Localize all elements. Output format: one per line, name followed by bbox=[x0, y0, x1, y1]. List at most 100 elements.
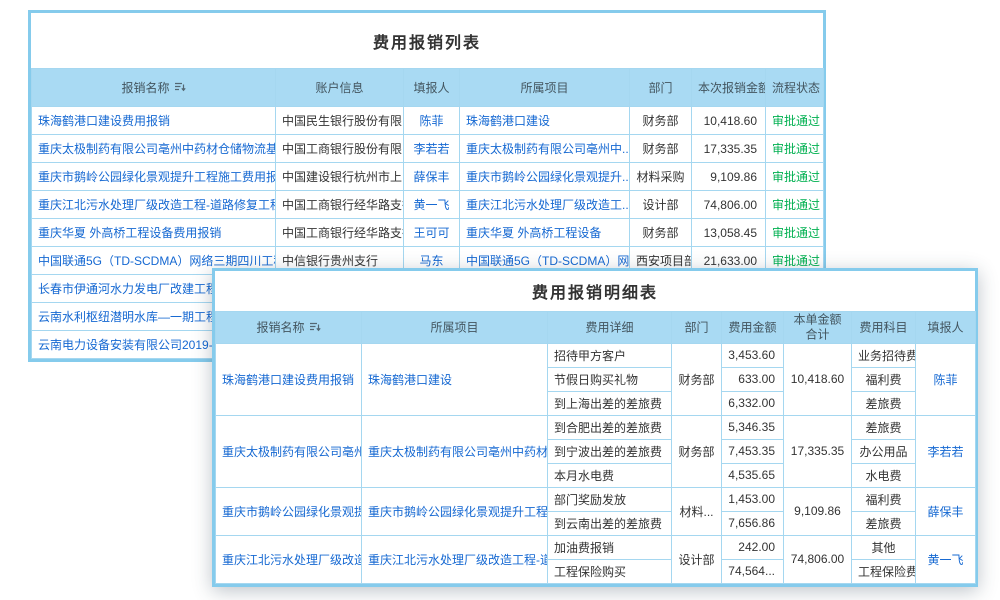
detail-header-row: 报销名称 所属项目 费用详细部门费用金额本单金额合计费用科目填报人 bbox=[216, 312, 976, 344]
detail-cell-detail: 招待甲方客户 bbox=[548, 343, 672, 367]
list-header-row: 报销名称 账户信息 填报人所属项目 部门 本次报销金额流程状态 bbox=[32, 69, 824, 107]
detail-cell-category: 福利费 bbox=[852, 367, 916, 391]
detail-cell-total: 17,335.35 bbox=[784, 415, 852, 487]
list-cell-amount: 9,109.86 bbox=[692, 163, 766, 191]
detail-cell-project[interactable]: 珠海鹤港口建设 bbox=[362, 343, 548, 415]
column-label: 报销名称 bbox=[256, 320, 304, 334]
list-cell-status: 审批通过 bbox=[766, 163, 824, 191]
list-cell-filler[interactable]: 黄一飞 bbox=[404, 191, 460, 219]
list-cell-dept: 财务部 bbox=[630, 219, 692, 247]
list-cell-filler[interactable]: 陈菲 bbox=[404, 107, 460, 135]
detail-table-title: 费用报销明细表 bbox=[215, 271, 975, 311]
detail-cell-amount: 74,564... bbox=[722, 559, 784, 583]
list-cell-dept: 财务部 bbox=[630, 135, 692, 163]
detail-cell-dept: 材料... bbox=[672, 487, 722, 535]
column-label: 流程状态 bbox=[772, 81, 820, 95]
list-cell-name[interactable]: 珠海鹤港口建设费用报销 bbox=[32, 107, 276, 135]
column-label: 填报人 bbox=[413, 81, 449, 95]
detail-cell-amount: 1,453.00 bbox=[722, 487, 784, 511]
list-cell-dept: 设计部 bbox=[630, 191, 692, 219]
detail-cell-amount: 6,332.00 bbox=[722, 391, 784, 415]
detail-cell-dept: 设计部 bbox=[672, 535, 722, 583]
list-cell-name[interactable]: 重庆太极制药有限公司亳州中药材仓储物流基地项... bbox=[32, 135, 276, 163]
list-cell-account: 中国民生银行股份有限... bbox=[276, 107, 404, 135]
list-cell-account: 中国工商银行经华路支行 bbox=[276, 219, 404, 247]
detail-header-amount[interactable]: 费用金额 bbox=[722, 312, 784, 344]
detail-row: 重庆江北污水处理厂级改造工程-重庆江北污水处理厂级改造工程-道路修复工加油费报销… bbox=[216, 535, 976, 559]
detail-cell-detail: 到上海出差的差旅费 bbox=[548, 391, 672, 415]
list-cell-account: 中国工商银行股份有限 bbox=[276, 135, 404, 163]
list-header-amount[interactable]: 本次报销金额 bbox=[692, 69, 766, 107]
detail-cell-dept: 财务部 bbox=[672, 343, 722, 415]
list-cell-filler[interactable]: 李若若 bbox=[404, 135, 460, 163]
column-label: 本次报销金额 bbox=[698, 81, 766, 95]
detail-cell-filler[interactable]: 黄一飞 bbox=[916, 535, 976, 583]
detail-cell-amount: 5,346.35 bbox=[722, 415, 784, 439]
detail-header-project[interactable]: 所属项目 bbox=[362, 312, 548, 344]
list-cell-dept: 材料采购 bbox=[630, 163, 692, 191]
detail-cell-amount: 242.00 bbox=[722, 535, 784, 559]
list-cell-name[interactable]: 重庆华夏 外高桥工程设备费用报销 bbox=[32, 219, 276, 247]
detail-cell-detail: 到云南出差的差旅费 bbox=[548, 511, 672, 535]
column-label: 报销名称 bbox=[121, 81, 169, 95]
column-label: 账户信息 bbox=[315, 81, 363, 95]
detail-cell-category: 其他 bbox=[852, 535, 916, 559]
detail-cell-filler[interactable]: 李若若 bbox=[916, 415, 976, 487]
detail-cell-category: 差旅费 bbox=[852, 391, 916, 415]
detail-header-category[interactable]: 费用科目 bbox=[852, 312, 916, 344]
list-row: 重庆市鹅岭公园绿化景观提升工程施工费用报销中国建设银行杭州市上...薛保丰重庆市… bbox=[32, 163, 824, 191]
list-cell-project[interactable]: 重庆华夏 外高桥工程设备 bbox=[460, 219, 630, 247]
detail-header-filler[interactable]: 填报人 bbox=[916, 312, 976, 344]
list-cell-name[interactable]: 重庆江北污水处理厂级改造工程-道路修复工程费用... bbox=[32, 191, 276, 219]
detail-cell-detail: 到合肥出差的差旅费 bbox=[548, 415, 672, 439]
column-label: 填报人 bbox=[927, 320, 963, 334]
list-cell-status: 审批通过 bbox=[766, 219, 824, 247]
list-cell-project[interactable]: 重庆太极制药有限公司亳州中... bbox=[460, 135, 630, 163]
detail-header-total[interactable]: 本单金额合计 bbox=[784, 312, 852, 344]
detail-cell-detail: 本月水电费 bbox=[548, 463, 672, 487]
list-row: 重庆江北污水处理厂级改造工程-道路修复工程费用...中国工商银行经华路支行黄一飞… bbox=[32, 191, 824, 219]
detail-row: 重庆市鹅岭公园绿化景观提升工程施工重庆市鹅岭公园绿化景观提升工程施工部门奖励发放… bbox=[216, 487, 976, 511]
list-cell-project[interactable]: 珠海鹤港口建设 bbox=[460, 107, 630, 135]
expense-detail-panel: 费用报销明细表 报销名称 所属项目 费用详细部门费用金额本单金额合计费用科目填报人 … bbox=[212, 268, 978, 587]
list-header-dept[interactable]: 部门 bbox=[630, 69, 692, 107]
list-header-project[interactable]: 所属项目 bbox=[460, 69, 630, 107]
list-cell-amount: 13,058.45 bbox=[692, 219, 766, 247]
column-label: 部门 bbox=[684, 320, 708, 334]
detail-cell-name[interactable]: 重庆江北污水处理厂级改造工程- bbox=[216, 535, 362, 583]
detail-cell-filler[interactable]: 陈菲 bbox=[916, 343, 976, 415]
list-cell-status: 审批通过 bbox=[766, 107, 824, 135]
list-cell-name[interactable]: 重庆市鹅岭公园绿化景观提升工程施工费用报销 bbox=[32, 163, 276, 191]
list-header-status[interactable]: 流程状态 bbox=[766, 69, 824, 107]
detail-cell-total: 74,806.00 bbox=[784, 535, 852, 583]
detail-cell-project[interactable]: 重庆太极制药有限公司亳州中药材仓储物流基地 bbox=[362, 415, 548, 487]
list-cell-filler[interactable]: 王可可 bbox=[404, 219, 460, 247]
list-cell-project[interactable]: 重庆市鹅岭公园绿化景观提升... bbox=[460, 163, 630, 191]
detail-cell-filler[interactable]: 薛保丰 bbox=[916, 487, 976, 535]
detail-cell-dept: 财务部 bbox=[672, 415, 722, 487]
detail-cell-name[interactable]: 重庆太极制药有限公司亳州中药材 bbox=[216, 415, 362, 487]
list-row: 重庆太极制药有限公司亳州中药材仓储物流基地项...中国工商银行股份有限李若若重庆… bbox=[32, 135, 824, 163]
detail-cell-name[interactable]: 重庆市鹅岭公园绿化景观提升工程施工 bbox=[216, 487, 362, 535]
detail-cell-project[interactable]: 重庆江北污水处理厂级改造工程-道路修复工 bbox=[362, 535, 548, 583]
expense-detail-table: 报销名称 所属项目 费用详细部门费用金额本单金额合计费用科目填报人 珠海鹤港口建设费… bbox=[215, 311, 976, 584]
sort-icon[interactable] bbox=[309, 321, 321, 333]
list-cell-filler[interactable]: 薛保丰 bbox=[404, 163, 460, 191]
column-label: 部门 bbox=[648, 81, 672, 95]
list-header-name[interactable]: 报销名称 bbox=[32, 69, 276, 107]
detail-header-dept[interactable]: 部门 bbox=[672, 312, 722, 344]
column-label: 所属项目 bbox=[430, 320, 478, 334]
detail-cell-detail: 工程保险购买 bbox=[548, 559, 672, 583]
list-cell-account: 中国建设银行杭州市上... bbox=[276, 163, 404, 191]
detail-cell-amount: 7,656.86 bbox=[722, 511, 784, 535]
detail-cell-name[interactable]: 珠海鹤港口建设费用报销 bbox=[216, 343, 362, 415]
detail-header-detail[interactable]: 费用详细 bbox=[548, 312, 672, 344]
list-header-filler[interactable]: 填报人 bbox=[404, 69, 460, 107]
detail-cell-project[interactable]: 重庆市鹅岭公园绿化景观提升工程施工 bbox=[362, 487, 548, 535]
detail-header-name[interactable]: 报销名称 bbox=[216, 312, 362, 344]
sort-icon[interactable] bbox=[174, 81, 186, 93]
list-cell-status: 审批通过 bbox=[766, 135, 824, 163]
detail-cell-category: 水电费 bbox=[852, 463, 916, 487]
list-cell-project[interactable]: 重庆江北污水处理厂级改造工... bbox=[460, 191, 630, 219]
list-header-account[interactable]: 账户信息 bbox=[276, 69, 404, 107]
